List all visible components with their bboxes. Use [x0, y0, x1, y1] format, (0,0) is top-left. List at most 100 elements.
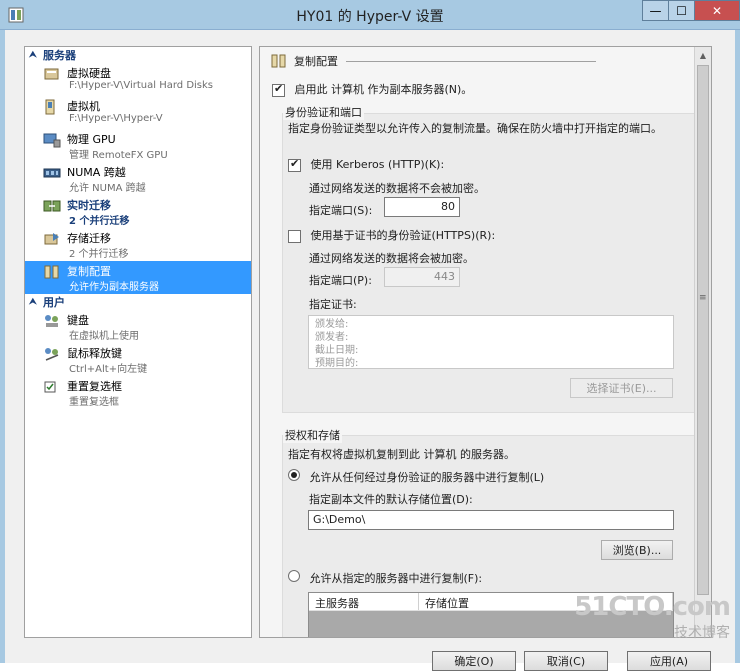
kerberos-row: 使用 Kerberos (HTTP)(K): [288, 156, 444, 172]
window-title: HY01 的 Hyper-V 设置 [296, 9, 444, 25]
cert-auth-checkbox[interactable] [288, 229, 301, 243]
nav-item-sub: 允许 NUMA 跨越 [69, 183, 146, 194]
kerberos-port-label: 指定端口(S): [309, 204, 373, 217]
kerberos-checkbox[interactable] [288, 157, 301, 172]
nav-item-label: 复制配置 [67, 265, 111, 278]
title-bar: HY01 的 Hyper-V 设置 — ☐ ✕ [0, 0, 740, 30]
replication-icon [44, 265, 59, 279]
ok-button[interactable]: 确定(O) [432, 651, 516, 671]
cert-field-label: 指定证书: [309, 298, 357, 311]
minimize-button[interactable]: — [642, 0, 669, 21]
allow-any-label: 允许从任何经过身份验证的服务器中进行复制(L) [309, 471, 545, 484]
auth-group-title: 身份验证和端口 [283, 104, 364, 120]
enable-replica-row: 启用此 计算机 作为副本服务器(N)。 [272, 81, 472, 97]
default-location-input[interactable]: G:\Demo\ [308, 510, 674, 530]
nav-item-sub: 2 个并行迁移 [69, 249, 129, 260]
nav-item-label: 存储迁移 [67, 232, 111, 245]
nav-section-user-label: 用户 [43, 296, 65, 309]
nav-item-replication[interactable]: 复制配置 允许作为副本服务器 [25, 261, 251, 294]
enable-replica-label: 启用此 计算机 作为副本服务器(N)。 [294, 83, 473, 96]
nav-item-keyboard[interactable]: 键盘 在虚拟机上使用 [25, 310, 251, 343]
nav-item-sub: 2 个并行迁移 [69, 216, 130, 227]
mouse-release-icon [45, 348, 59, 361]
apply-button[interactable]: 应用(A) [627, 651, 711, 671]
collapse-icon: ⮝ [29, 297, 37, 307]
nav-item-label: 键盘 [67, 314, 89, 327]
nav-item-sub: Ctrl+Alt+向左键 [69, 364, 148, 375]
keyboard-icon [45, 315, 58, 327]
allow-specified-label: 允许从指定的服务器中进行复制(F): [309, 572, 483, 585]
default-location-label: 指定副本文件的默认存储位置(D): [309, 493, 473, 506]
nav-item-sub: F:\Hyper-V\Virtual Hard Disks [69, 80, 214, 91]
watermark-sub: 技术博客 [674, 625, 730, 641]
cert-auth-row: 使用基于证书的身份验证(HTTPS)(R): [288, 227, 495, 243]
cert-port-label: 指定端口(P): [309, 274, 372, 287]
nav-item-sub: 允许作为副本服务器 [69, 282, 159, 293]
nav-item-sub: 重置复选框 [69, 397, 119, 408]
cert-note: 通过网络发送的数据将会被加密。 [309, 252, 474, 265]
nav-item-label: NUMA 跨越 [67, 166, 126, 179]
cancel-button[interactable]: 取消(C) [524, 651, 608, 671]
cert-auth-label: 使用基于证书的身份验证(HTTPS)(R): [310, 229, 496, 242]
nav-item-sub: F:\Hyper-V\Hyper-V [69, 113, 163, 124]
pane-title: 复制配置 [294, 55, 338, 68]
nav-item-reset-checkboxes[interactable]: 重置复选框 重置复选框 [25, 376, 251, 409]
header-divider [346, 60, 596, 62]
nav-item-label: 实时迁移 [67, 199, 111, 212]
nav-section-server[interactable]: ⮝ 服务器 [25, 47, 251, 63]
replication-settings-pane: 复制配置 启用此 计算机 作为副本服务器(N)。 身份验证和端口 指定身份验证类… [259, 46, 712, 638]
auth-desc: 指定身份验证类型以允许传入的复制流量。确保在防火墙中打开指定的端口。 [288, 122, 662, 135]
browse-button[interactable]: 浏览(B)... [601, 540, 673, 560]
cert-port-input[interactable]: 443 [384, 267, 460, 287]
cert-expiry: 截止日期: [315, 345, 359, 356]
content-scrollbar[interactable]: ▲ ≡ [694, 47, 711, 637]
maximize-button[interactable]: ☐ [668, 0, 695, 21]
nav-item-label: 物理 GPU [67, 133, 116, 146]
cert-issued-to: 颁发给: [315, 319, 349, 330]
nav-item-sub: 在虚拟机上使用 [69, 331, 139, 342]
scroll-thumb[interactable] [697, 65, 709, 595]
nav-item-sub: 管理 RemoteFX GPU [69, 150, 168, 161]
kerberos-port-input[interactable]: 80 [384, 197, 460, 217]
nav-section-server-label: 服务器 [43, 49, 76, 62]
collapse-icon: ⮝ [29, 50, 37, 60]
allow-specified-row: 允许从指定的服务器中进行复制(F): [288, 570, 482, 586]
nav-item-label: 虚拟硬盘 [67, 67, 111, 80]
storage-group-title: 授权和存储 [283, 427, 342, 443]
watermark: 51CTO.com 技术博客 [574, 592, 731, 642]
kerberos-label: 使用 Kerberos (HTTP)(K): [310, 158, 445, 171]
nav-item-virtual-machines[interactable]: 虚拟机 F:\Hyper-V\Hyper-V [25, 96, 251, 129]
virtual-disk-icon [44, 68, 59, 80]
scroll-up-icon[interactable]: ▲ [695, 47, 711, 64]
nav-item-label: 重置复选框 [67, 380, 122, 393]
watermark-brand: 51CTO.com [574, 592, 731, 622]
nav-item-mouse-release[interactable]: 鼠标释放键 Ctrl+Alt+向左键 [25, 343, 251, 376]
allow-any-radio[interactable] [288, 469, 300, 481]
select-cert-button[interactable]: 选择证书(E)... [570, 378, 673, 398]
cert-purpose: 预期目的: [315, 358, 359, 369]
allow-specified-radio[interactable] [288, 570, 300, 582]
nav-item-virtual-disks[interactable]: 虚拟硬盘 F:\Hyper-V\Virtual Hard Disks [25, 63, 251, 96]
replication-icon [271, 54, 286, 68]
enable-replica-checkbox[interactable] [272, 82, 285, 97]
scroll-grip-icon: ≡ [699, 293, 707, 303]
column-primary-server[interactable]: 主服务器 [309, 593, 419, 610]
close-button[interactable]: ✕ [694, 0, 740, 21]
kerberos-note: 通过网络发送的数据将不会被加密。 [309, 182, 485, 195]
nav-item-storage-migration[interactable]: 存储迁移 2 个并行迁移 [25, 228, 251, 261]
virtual-machine-icon [45, 99, 55, 115]
pane-header: 复制配置 [270, 53, 596, 69]
nav-item-label: 虚拟机 [67, 100, 100, 113]
nav-section-user[interactable]: ⮝ 用户 [25, 294, 251, 310]
cert-issued-by: 颁发者: [315, 332, 349, 343]
storage-migration-icon [44, 233, 59, 245]
gpu-icon [43, 133, 61, 148]
nav-item-live-migration[interactable]: 实时迁移 2 个并行迁移 [25, 195, 251, 228]
nav-item-numa-spanning[interactable]: NUMA 跨越 允许 NUMA 跨越 [25, 162, 251, 195]
nav-item-physical-gpu[interactable]: 物理 GPU 管理 RemoteFX GPU [25, 129, 251, 162]
numa-icon [43, 168, 61, 178]
cert-details-box: 颁发给: 颁发者: 截止日期: 预期目的: [308, 315, 674, 369]
live-migration-icon [43, 200, 61, 212]
allow-any-row: 允许从任何经过身份验证的服务器中进行复制(L) [288, 469, 544, 485]
reset-checkbox-icon [44, 381, 56, 393]
